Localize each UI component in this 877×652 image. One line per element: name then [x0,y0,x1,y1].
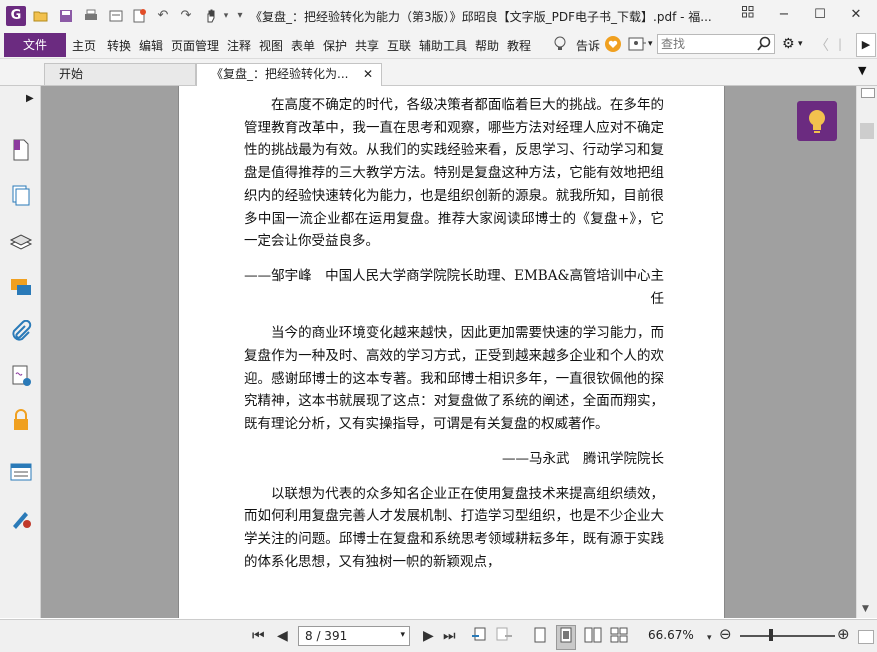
last-page-icon[interactable]: ⏭ [443,627,456,645]
page-thumbnails-icon[interactable] [9,184,33,208]
endorsement-signature: ——马永武 腾讯学院院长 [502,450,664,467]
file-menu[interactable]: 文件 [4,33,66,57]
separator: | [838,37,843,51]
continuous-facing-icon[interactable] [610,627,628,648]
vertical-scrollbar[interactable]: ▼ [856,86,877,618]
menu-share[interactable]: 共享 [355,37,379,54]
document-canvas[interactable]: 在高度不确定的时代，各级决策者都面临着巨大的挑战。在多年的管理教育改革中，我一直… [41,86,856,618]
page-dropdown-icon[interactable]: ▾ [400,630,405,640]
print-icon[interactable] [83,8,99,24]
redo-icon[interactable]: ↷ [178,8,194,24]
menu-tutorial[interactable]: 教程 [507,37,531,54]
signature-icon[interactable] [9,364,33,388]
status-bar: ⏮ ◀ 8 / 391 ▾ ▶ ⏭ 66.67% ▾ ⊖ ⊕ [0,619,877,652]
comments-icon[interactable] [9,276,33,300]
zoom-slider-thumb[interactable] [769,629,773,641]
endorsement-paragraph: 以联想为代表的众多知名企业正在使用复盘技术来提高组织绩效，而如何利用复盘完善人才… [244,485,664,570]
attachment-icon[interactable] [9,319,33,344]
certificate-icon[interactable] [9,506,33,530]
open-folder-icon[interactable] [33,8,49,24]
facing-pages-icon[interactable] [584,627,602,648]
scroll-down-icon[interactable]: ▼ [862,604,869,614]
tell-me-label[interactable]: 告诉 [576,37,600,54]
tab-document[interactable]: 《复盘_：把经验转化为... ✕ [196,63,382,86]
user-dropdown-icon[interactable]: ▾ [648,39,653,49]
hand-tool-icon[interactable] [203,8,219,24]
endorsement-signature: ——邹宇峰 中国人民大学商学院院长助理、EMBA&高管培训中心主任 [244,267,664,307]
nav-back-icon[interactable]: 〈 [815,35,829,55]
minimize-button[interactable]: − [770,4,798,26]
menu-connect[interactable]: 互联 [387,37,411,54]
document-tab-bar: 开始 《复盘_：把经验转化为... ✕ ▼ [0,59,877,86]
menu-form[interactable]: 表单 [291,37,315,54]
menu-bar: 文件 主页 转换 编辑 页面管理 注释 视图 表单 保护 共享 互联 辅助工具 … [0,32,877,59]
zoom-slider-track[interactable] [740,635,835,637]
scroll-up-icon[interactable] [861,88,875,98]
settings-gear-icon[interactable]: ⚙ [782,36,795,52]
next-view-icon[interactable] [495,627,513,648]
menu-page-management[interactable]: 页面管理 [171,37,219,54]
layers-icon[interactable] [9,230,33,254]
menu-accessibility[interactable]: 辅助工具 [419,37,467,54]
menu-view[interactable]: 视图 [259,37,283,54]
menu-home[interactable]: 主页 [72,37,96,54]
undo-icon[interactable]: ↶ [155,8,171,24]
zoom-in-icon[interactable]: ⊕ [837,625,850,643]
ribbon-display-icon[interactable] [734,4,762,26]
zoom-level[interactable]: 66.67% [648,628,694,642]
close-window-button[interactable]: ✕ [842,4,870,26]
close-tab-icon[interactable]: ✕ [363,64,373,84]
page-text-block: 在高度不确定的时代，各级决策者都面临着巨大的挑战。在多年的管理教育改革中，我一直… [244,94,664,573]
endorsement-paragraph: 当今的商业环境变化越来越快，因此更加需要快速的学习能力，而复盘作为一种及时、高效… [244,325,664,433]
panel-expand-icon[interactable]: ▶ [26,93,34,104]
scrollbar-thumb[interactable] [860,123,874,139]
lightbulb-icon[interactable] [553,36,567,55]
smart-tips-button[interactable] [797,101,837,141]
more-dropdown-icon[interactable]: ▾ [232,8,248,24]
new-document-icon[interactable] [131,8,147,24]
save-icon[interactable] [58,8,74,24]
tab-list-dropdown-icon[interactable]: ▼ [858,64,866,77]
menu-help[interactable]: 帮助 [475,37,499,54]
left-navigation-panel: ▶ [0,86,45,618]
tab-label: 《复盘_：把经验转化为... [211,67,349,81]
menu-protect[interactable]: 保护 [323,37,347,54]
horizontal-scroll-corner [858,630,874,644]
zoom-dropdown-icon[interactable]: ▾ [707,629,712,647]
feedback-icon[interactable] [604,35,622,56]
settings-dropdown-icon[interactable]: ▾ [798,39,803,49]
menu-convert[interactable]: 转换 [107,37,131,54]
properties-icon[interactable] [108,8,124,24]
window-title: 《复盘_：把经验转化为能力（第3版）》邱昭良【文字版_PDF电子书_下载】.pd… [250,10,712,24]
security-lock-icon[interactable] [9,408,33,432]
previous-page-icon[interactable]: ◀ [277,627,288,645]
app-logo-icon[interactable]: G [6,6,26,26]
pdf-page: 在高度不确定的时代，各级决策者都面临着巨大的挑战。在多年的管理教育改革中，我一直… [178,86,725,618]
previous-view-icon[interactable] [471,627,489,648]
tab-start[interactable]: 开始 [44,63,196,85]
search-icon[interactable] [756,36,772,55]
page-indicator: 8 / 391 [305,629,348,643]
menu-comment[interactable]: 注释 [227,37,251,54]
next-page-icon[interactable]: ▶ [423,627,434,645]
search-field[interactable] [657,34,775,54]
endorsement-paragraph: 在高度不确定的时代，各级决策者都面临着巨大的挑战。在多年的管理教育改革中，我一直… [244,97,664,250]
lightbulb-icon [809,110,825,133]
continuous-page-icon[interactable] [556,625,576,650]
zoom-out-icon[interactable]: ⊖ [719,625,732,643]
page-number-field[interactable]: 8 / 391 ▾ [298,626,410,646]
maximize-button[interactable]: ☐ [806,4,834,26]
user-icon[interactable] [628,36,646,55]
first-page-icon[interactable]: ⏮ [252,627,265,645]
tab-label: 开始 [59,67,84,81]
ribbon-expand-button[interactable]: ▶ [856,33,876,57]
single-page-icon[interactable] [533,627,547,648]
form-fields-icon[interactable] [9,460,33,484]
menu-edit[interactable]: 编辑 [139,37,163,54]
bookmark-icon[interactable] [9,138,33,162]
title-bar: G ↶ ↷ ▾ ▾ 《复盘_：把经验转化为能力（第3版）》邱昭良【文字版_PDF… [0,0,877,32]
search-input[interactable] [661,36,753,52]
